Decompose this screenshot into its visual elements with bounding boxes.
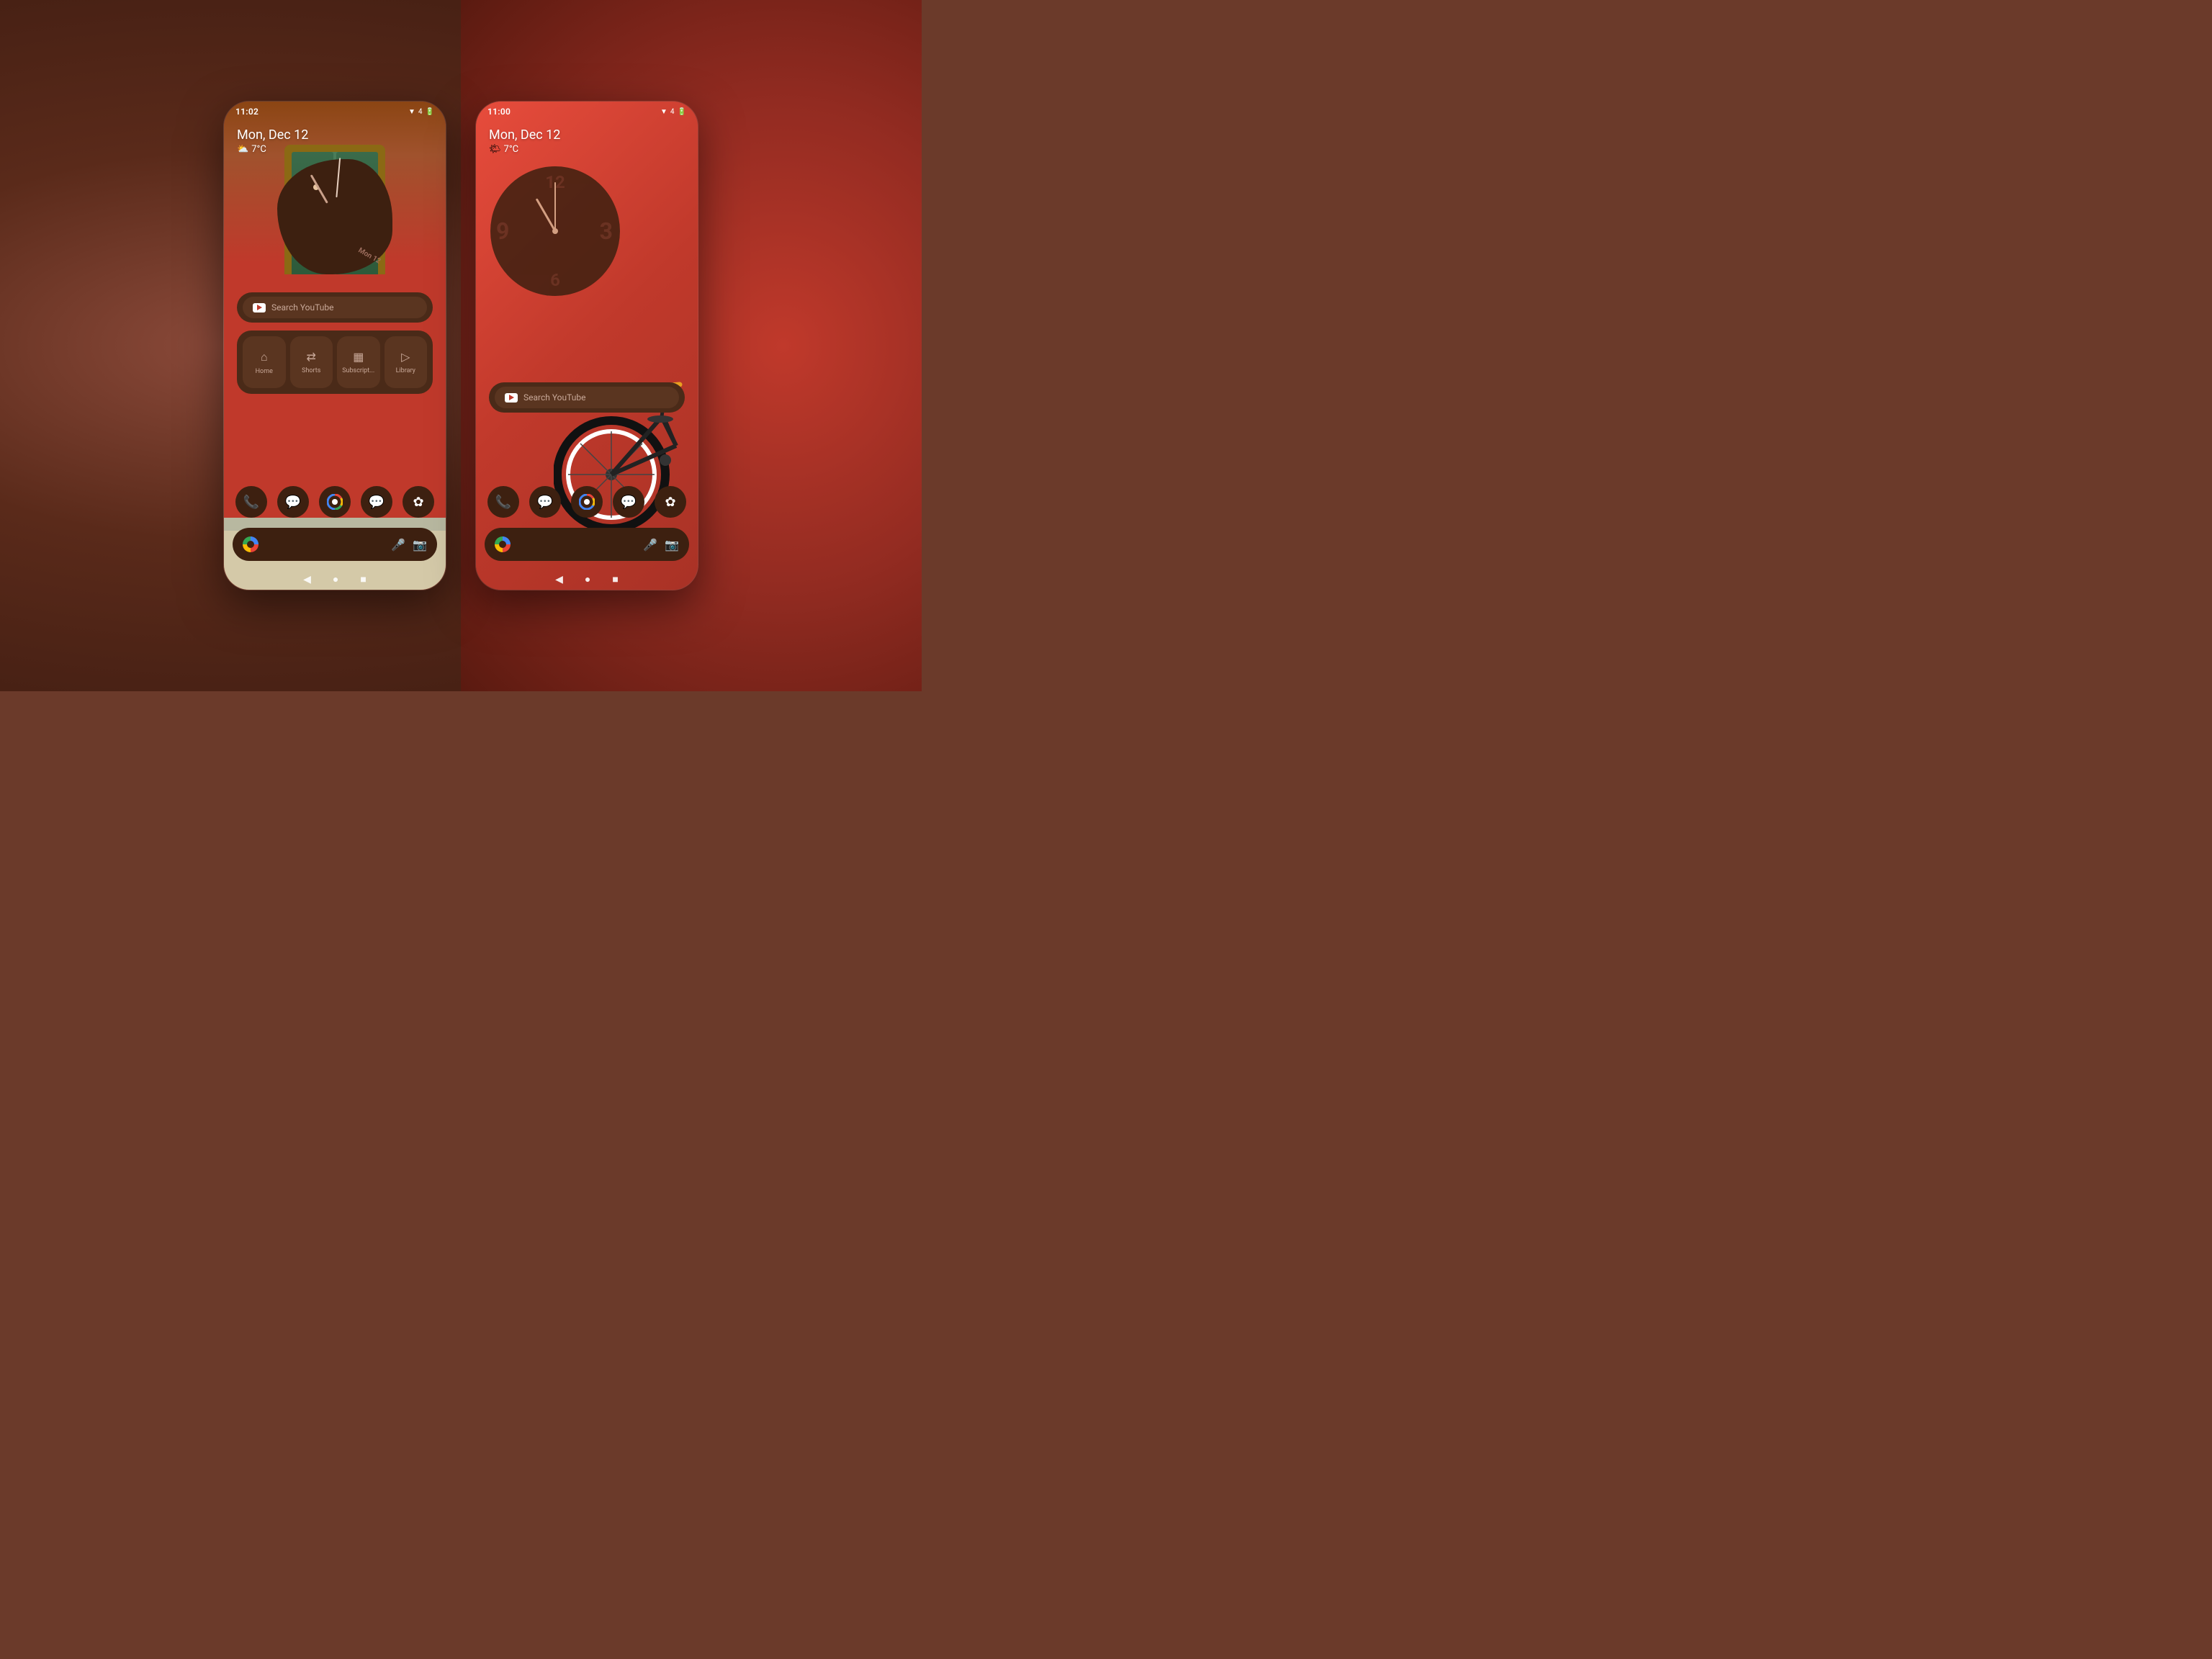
dock-chrome-1[interactable]	[319, 486, 351, 518]
yt-nav-subscriptions[interactable]: ▦ Subscript...	[337, 336, 380, 388]
yt-logo-1	[253, 303, 266, 313]
nav-bar-2: ◀ ● ■	[555, 573, 619, 585]
yt-nav-library[interactable]: ▷ Library	[385, 336, 428, 388]
battery-icon-2: 🔋	[678, 108, 686, 116]
dock-phone-1[interactable]: 📞	[235, 486, 267, 518]
clock-blob-bg: Mon 12	[277, 159, 392, 274]
clock-circle: 12 3 6 9	[490, 166, 620, 296]
phone-2: 11:00 ▼ 4 🔋 Mon, Dec 12 🌤 7°C 12 3 6 9	[475, 101, 698, 590]
weather-temp-2: 7°C	[504, 144, 519, 155]
yt-search-text-2[interactable]: Search YouTube	[523, 392, 585, 403]
clock-hour-hand-2	[536, 198, 557, 232]
mic-icon-2[interactable]: 🎤	[643, 538, 657, 552]
yt-nav-home[interactable]: ⌂ Home	[243, 336, 286, 388]
dock-chrome-2[interactable]	[571, 486, 603, 518]
lens-icon-1[interactable]: 📷	[413, 538, 427, 552]
date-widget-1: Mon, Dec 12 ⛅ 7°C	[237, 127, 308, 155]
status-bar-1: 11:02 ▼ 4 🔋	[224, 102, 446, 122]
yt-play-icon-1	[257, 305, 262, 310]
wifi-icon-1: ▼	[408, 108, 415, 116]
status-icons-2: ▼ 4 🔋	[660, 108, 686, 116]
shorts-icon: ⇄	[307, 350, 316, 364]
recents-button-2[interactable]: ■	[612, 573, 618, 585]
nav-bar-1: ◀ ● ■	[303, 573, 367, 585]
battery-icon-1: 🔋	[426, 108, 434, 116]
dock-fan-1[interactable]: ✿	[403, 486, 434, 518]
clock-widget-1[interactable]: Mon 12	[277, 159, 392, 274]
date-widget-2: Mon, Dec 12 🌤 7°C	[489, 127, 560, 155]
weather-row-2: 🌤 7°C	[489, 144, 560, 155]
yt-nav-shorts-label: Shorts	[302, 367, 320, 374]
yt-nav-subscriptions-label: Subscript...	[342, 367, 374, 374]
clock-num-6: 6	[550, 270, 560, 290]
back-button-1[interactable]: ◀	[303, 574, 311, 585]
dock-whatsapp-2[interactable]: 💬	[613, 486, 644, 518]
weather-icon-1: ⛅	[237, 144, 248, 155]
dock-fan-2[interactable]: ✿	[655, 486, 686, 518]
yt-nav-grid: ⌂ Home ⇄ Shorts ▦ Subscript... ▷ Library	[243, 336, 427, 388]
status-time-2: 11:00	[487, 107, 511, 117]
dock-whatsapp-1[interactable]: 💬	[361, 486, 392, 518]
recents-button-1[interactable]: ■	[360, 573, 366, 585]
g-letter-2	[499, 541, 506, 548]
yt-nav-home-label: Home	[256, 368, 273, 375]
status-icons-1: ▼ 4 🔋	[408, 108, 434, 116]
mic-icon-1[interactable]: 🎤	[391, 538, 405, 552]
google-logo-1	[243, 536, 258, 552]
dock-apps-2: 📞 💬 💬 ✿	[487, 486, 686, 518]
yt-play-icon-2	[509, 395, 514, 400]
clock-center-2	[552, 228, 558, 234]
minute-hand	[336, 158, 341, 197]
signal-icon-2: 4	[670, 108, 675, 116]
yt-search-widget-2[interactable]: Search YouTube	[489, 382, 685, 413]
google-bar-2[interactable]: 🎤 📷	[485, 528, 689, 561]
weather-icon-2: 🌤	[489, 144, 501, 155]
subscriptions-icon: ▦	[353, 350, 364, 364]
yt-nav-library-label: Library	[396, 367, 415, 374]
signal-icon-1: 4	[418, 108, 423, 116]
google-logo-2	[495, 536, 511, 552]
dock-chat-2[interactable]: 💬	[529, 486, 561, 518]
yt-search-inner-1[interactable]: Search YouTube	[243, 297, 427, 318]
library-icon: ▷	[401, 350, 410, 364]
home-button-1[interactable]: ●	[333, 573, 338, 585]
yt-nav-widget: ⌂ Home ⇄ Shorts ▦ Subscript... ▷ Library	[237, 331, 433, 394]
back-button-2[interactable]: ◀	[555, 574, 563, 585]
g-letter-1	[247, 541, 254, 548]
weather-row-1: ⛅ 7°C	[237, 144, 308, 155]
weather-temp-1: 7°C	[251, 144, 266, 155]
clock-num-3: 3	[600, 217, 613, 245]
yt-logo-2	[505, 393, 518, 403]
yt-search-text-1[interactable]: Search YouTube	[271, 302, 333, 313]
home-icon: ⌂	[261, 350, 268, 364]
date-text-1: Mon, Dec 12	[237, 127, 308, 143]
clock-num-9: 9	[496, 217, 509, 245]
dock-phone-2[interactable]: 📞	[487, 486, 519, 518]
clock-widget-2[interactable]: 12 3 6 9	[490, 166, 620, 296]
dock-apps-1: 📞 💬 💬 ✿	[235, 486, 434, 518]
phone-1: 11:02 ▼ 4 🔋 Mon, Dec 12 ⛅ 7°C	[223, 101, 446, 590]
phones-container: 11:02 ▼ 4 🔋 Mon, Dec 12 ⛅ 7°C	[223, 101, 698, 590]
hour-hand	[310, 174, 328, 203]
date-text-2: Mon, Dec 12	[489, 127, 560, 143]
dock-chat-1[interactable]: 💬	[277, 486, 309, 518]
wifi-icon-2: ▼	[660, 108, 667, 116]
status-time-1: 11:02	[235, 107, 258, 117]
google-bar-1[interactable]: 🎤 📷	[233, 528, 437, 561]
yt-nav-shorts[interactable]: ⇄ Shorts	[290, 336, 333, 388]
home-button-2[interactable]: ●	[585, 573, 590, 585]
yt-search-widget-1[interactable]: Search YouTube	[237, 292, 433, 323]
status-bar-2: 11:00 ▼ 4 🔋	[476, 102, 698, 122]
lens-icon-2[interactable]: 📷	[665, 538, 679, 552]
clock-minute-hand-2	[554, 182, 556, 231]
yt-search-inner-2[interactable]: Search YouTube	[495, 387, 679, 408]
